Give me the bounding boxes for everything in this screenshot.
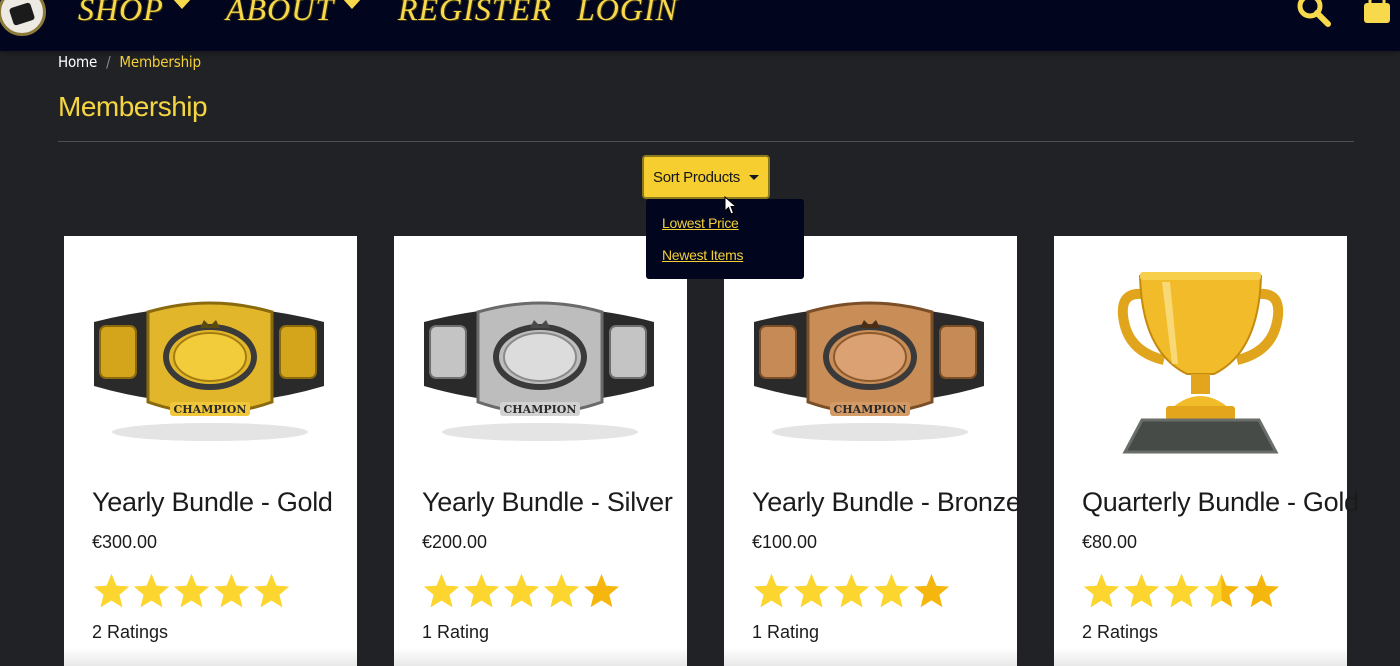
breadcrumb: Home / Membership — [58, 53, 201, 71]
product-card[interactable]: CHAMPION Yearly Bundle - Gold €300.00 2 … — [64, 236, 357, 666]
product-name[interactable]: Yearly Bundle - Gold — [92, 487, 333, 518]
star-filled-icon — [1164, 574, 1199, 608]
star-rating — [1082, 572, 1281, 610]
caret-down-icon — [748, 174, 759, 180]
star-filled-icon — [794, 574, 829, 608]
product-card[interactable]: CHAMPION Yearly Bundle - Bronze €100.00 … — [724, 236, 1021, 666]
breadcrumb-current: Membership — [119, 53, 201, 71]
silver-belt-image: CHAMPION — [424, 301, 654, 441]
star-filled-icon — [834, 574, 869, 608]
star-filled-icon — [134, 574, 169, 608]
star-filled-icon — [504, 574, 539, 608]
star-filled-icon — [174, 574, 209, 608]
star-empty-icon — [584, 574, 619, 608]
gold-belt-image: CHAMPION — [94, 301, 324, 441]
star-filled-icon — [214, 574, 249, 608]
breadcrumb-home[interactable]: Home — [58, 53, 97, 71]
nav-register-label: REGISTER — [398, 0, 552, 27]
star-filled-icon — [94, 574, 129, 608]
nav-login-label: LOGIN — [577, 0, 679, 27]
star-filled-icon — [874, 574, 909, 608]
shopping-bag-icon[interactable] — [1361, 0, 1393, 24]
star-filled-icon — [424, 574, 459, 608]
star-rating — [422, 572, 621, 610]
nav-shop-label: SHOP — [78, 0, 164, 27]
sort-products-button[interactable]: Sort Products — [642, 155, 770, 199]
page-title: Membership — [58, 91, 208, 122]
card-footer — [1054, 648, 1347, 666]
nav-shop[interactable]: SHOP — [78, 0, 192, 29]
chevron-down-icon — [171, 0, 192, 9]
star-filled-icon — [754, 574, 789, 608]
star-rating — [92, 572, 291, 610]
star-filled-icon — [1124, 574, 1159, 608]
sort-button-label: Sort Products — [653, 168, 740, 186]
star-empty-icon — [914, 574, 949, 608]
star-filled-icon — [544, 574, 579, 608]
card-footer — [394, 648, 687, 666]
product-name[interactable]: Yearly Bundle - Bronze — [752, 487, 1021, 518]
nav-login[interactable]: LOGIN — [577, 0, 678, 29]
sort-option-lowest-price[interactable]: Lowest Price — [662, 215, 739, 231]
star-rating — [752, 572, 951, 610]
product-price: €300.00 — [92, 532, 158, 552]
star-filled-icon — [464, 574, 499, 608]
top-navbar: SHOP ABOUT REGISTER LOGIN — [0, 0, 1400, 51]
chevron-down-icon — [342, 0, 363, 9]
product-price: €80.00 — [1082, 532, 1138, 552]
nav-register[interactable]: REGISTER — [398, 0, 552, 29]
svg-text:CHAMPION: CHAMPION — [174, 403, 247, 416]
svg-text:CHAMPION: CHAMPION — [504, 403, 577, 416]
product-price: €100.00 — [752, 532, 818, 552]
brand-logo[interactable] — [0, 0, 46, 36]
mouse-cursor-icon — [724, 196, 738, 215]
divider — [58, 141, 1354, 142]
breadcrumb-separator: / — [106, 53, 111, 71]
trophy-image — [1117, 272, 1284, 454]
ratings-count: 1 Rating — [752, 622, 820, 642]
ratings-count: 2 Ratings — [92, 622, 169, 642]
nav-about[interactable]: ABOUT — [226, 0, 363, 29]
star-empty-icon — [1244, 574, 1279, 608]
star-half-icon — [1204, 574, 1239, 608]
card-footer — [64, 648, 357, 666]
nav-about-label: ABOUT — [226, 0, 335, 27]
product-name[interactable]: Yearly Bundle - Silver — [422, 487, 673, 518]
star-filled-icon — [254, 574, 289, 608]
search-icon[interactable] — [1296, 0, 1332, 28]
bronze-belt-image: CHAMPION — [754, 301, 984, 441]
svg-text:CHAMPION: CHAMPION — [834, 403, 907, 416]
star-filled-icon — [1084, 574, 1119, 608]
product-price: €200.00 — [422, 532, 488, 552]
card-footer — [724, 648, 1017, 666]
product-card[interactable]: CHAMPION Yearly Bundle - Silver €200.00 … — [394, 236, 687, 666]
product-name[interactable]: Quarterly Bundle - Gold — [1082, 487, 1359, 518]
product-card[interactable]: Quarterly Bundle - Gold €80.00 2 Ratings — [1054, 236, 1359, 666]
ratings-count: 1 Rating — [422, 622, 490, 642]
ratings-count: 2 Ratings — [1082, 622, 1159, 642]
sort-option-newest-items[interactable]: Newest Items — [662, 247, 744, 263]
